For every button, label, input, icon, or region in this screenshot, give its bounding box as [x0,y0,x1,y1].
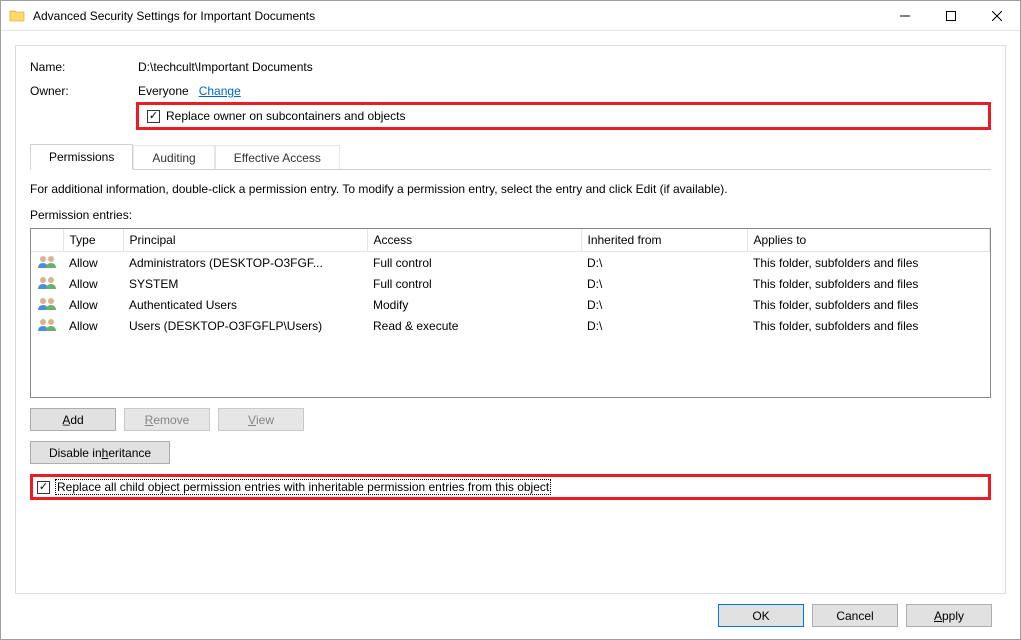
col-access[interactable]: Access [367,229,581,252]
col-applies[interactable]: Applies to [747,229,990,252]
change-owner-link[interactable]: Change [199,84,241,98]
name-label: Name: [30,60,138,74]
users-icon [37,275,57,289]
cell-applies: This folder, subfolders and files [747,252,990,274]
table-row[interactable]: AllowSYSTEMFull controlD:\This folder, s… [31,273,990,294]
apply-button[interactable]: Apply [906,604,992,627]
cell-principal: Authenticated Users [123,294,367,315]
tab-permissions[interactable]: Permissions [30,144,133,170]
users-icon [37,254,57,268]
cell-inherited: D:\ [581,294,747,315]
window-title: Advanced Security Settings for Important… [33,9,882,23]
remove-button: Remove [124,408,210,431]
replace-owner-checkbox[interactable] [147,110,160,123]
replace-child-highlight: Replace all child object permission entr… [30,474,991,500]
info-text: For additional information, double-click… [30,182,991,196]
table-row[interactable]: AllowAdministrators (DESKTOP-O3FGF...Ful… [31,252,990,274]
col-type[interactable]: Type [63,229,123,252]
cell-principal: SYSTEM [123,273,367,294]
cancel-button[interactable]: Cancel [812,604,898,627]
cell-access: Read & execute [367,315,581,336]
cell-type: Allow [63,315,123,336]
owner-value: Everyone [138,84,189,98]
maximize-button[interactable] [928,1,974,31]
cell-principal: Administrators (DESKTOP-O3FGF... [123,252,367,274]
cell-inherited: D:\ [581,252,747,274]
cell-inherited: D:\ [581,315,747,336]
cell-access: Full control [367,252,581,274]
tab-effective-access[interactable]: Effective Access [215,145,340,170]
table-row[interactable]: AllowUsers (DESKTOP-O3FGFLP\Users)Read &… [31,315,990,336]
cell-type: Allow [63,294,123,315]
replace-child-checkbox[interactable] [37,481,50,494]
dialog-footer: OK Cancel Apply [15,594,1006,639]
col-inherited[interactable]: Inherited from [581,229,747,252]
table-row[interactable]: AllowAuthenticated UsersModifyD:\This fo… [31,294,990,315]
titlebar: Advanced Security Settings for Important… [1,1,1020,31]
table-header-row: Type Principal Access Inherited from App… [31,229,990,252]
replace-child-label: Replace all child object permission entr… [56,480,550,494]
permission-table[interactable]: Type Principal Access Inherited from App… [30,228,991,398]
name-value: D:\techcult\Important Documents [138,60,313,74]
inner-panel: Name: D:\techcult\Important Documents Ow… [15,45,1006,594]
content: Name: D:\techcult\Important Documents Ow… [1,31,1020,639]
window: Advanced Security Settings for Important… [0,0,1021,640]
close-button[interactable] [974,1,1020,31]
entry-buttons: A̲dd Remove View [30,408,991,431]
replace-owner-highlight: Replace owner on subcontainers and objec… [136,102,991,130]
inheritance-row: Disable inheritance [30,441,991,464]
users-icon [37,317,57,331]
replace-owner-label: Replace owner on subcontainers and objec… [166,109,405,123]
owner-row: Owner: Everyone Change [30,84,991,98]
add-button[interactable]: A̲dd [30,408,116,431]
col-principal[interactable]: Principal [123,229,367,252]
cell-applies: This folder, subfolders and files [747,315,990,336]
cell-access: Modify [367,294,581,315]
minimize-button[interactable] [882,1,928,31]
cell-applies: This folder, subfolders and files [747,273,990,294]
tabstrip: Permissions Auditing Effective Access [30,144,991,170]
window-buttons [882,1,1020,30]
cell-inherited: D:\ [581,273,747,294]
view-button: View [218,408,304,431]
tab-auditing[interactable]: Auditing [133,145,214,170]
users-icon [37,296,57,310]
cell-type: Allow [63,273,123,294]
cell-type: Allow [63,252,123,274]
name-row: Name: D:\techcult\Important Documents [30,60,991,74]
cell-access: Full control [367,273,581,294]
ok-button[interactable]: OK [718,604,804,627]
cell-principal: Users (DESKTOP-O3FGFLP\Users) [123,315,367,336]
folder-icon [9,8,25,24]
cell-applies: This folder, subfolders and files [747,294,990,315]
owner-label: Owner: [30,84,138,98]
entries-label: Permission entries: [30,208,991,222]
disable-inheritance-button[interactable]: Disable inheritance [30,441,170,464]
